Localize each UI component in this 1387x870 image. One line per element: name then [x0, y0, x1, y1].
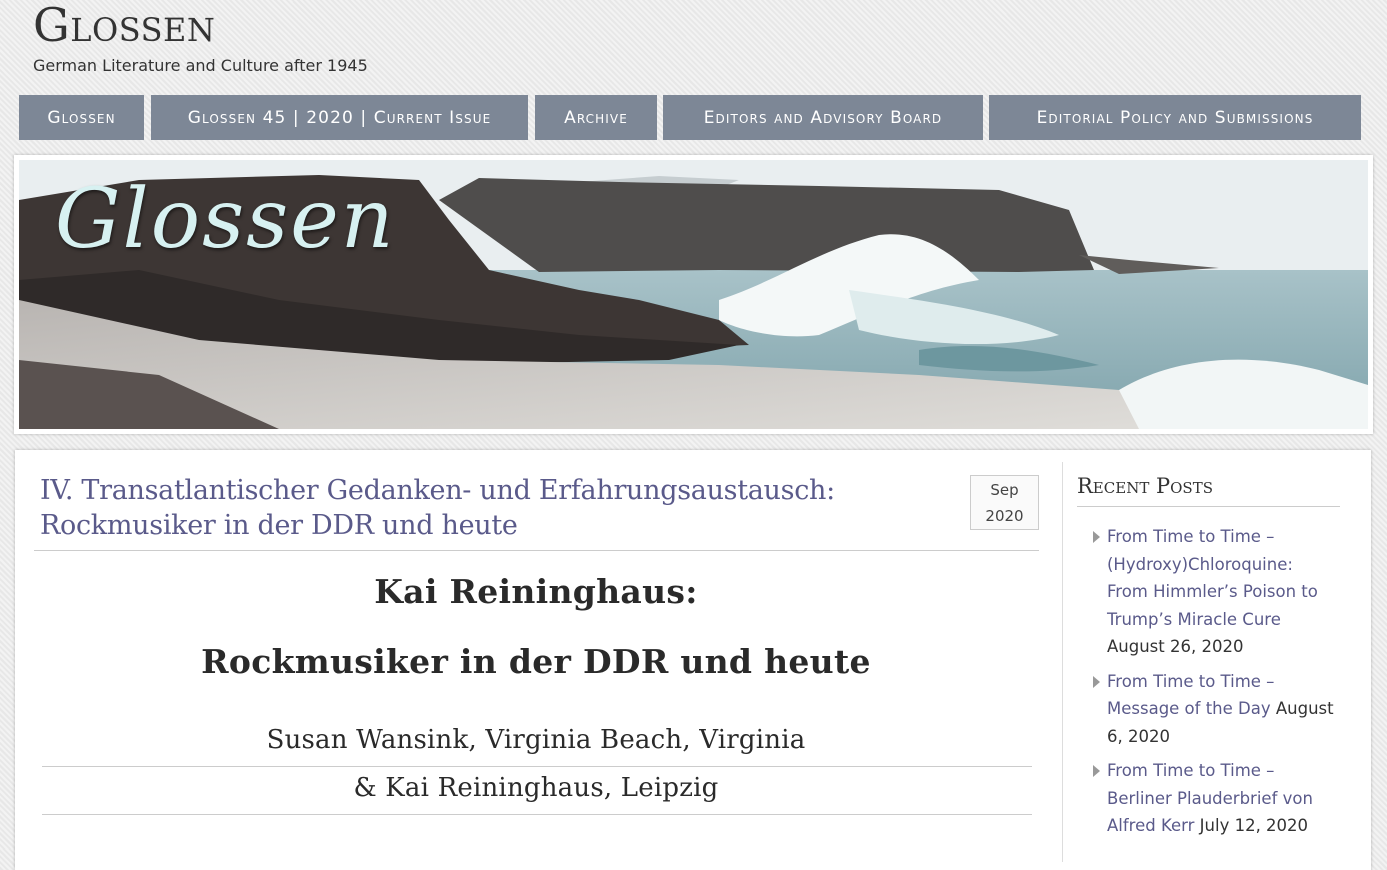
site-title[interactable]: Glossen: [33, 0, 215, 52]
recent-post-item: From Time to Time – Berliner Plauderbrie…: [1092, 757, 1337, 840]
article-authors-line2: & Kai Reininghaus, Leipzig: [353, 773, 719, 803]
bullet-arrow-icon: [1093, 675, 1100, 688]
title-divider: [34, 550, 1039, 551]
recent-posts-divider: [1077, 506, 1340, 507]
recent-post-date: July 12, 2020: [1199, 816, 1309, 835]
recent-post-link[interactable]: From Time to Time – (Hydroxy)Chloroquine…: [1107, 527, 1318, 629]
banner-title: Glossen: [55, 172, 396, 267]
site-description: German Literature and Culture after 1945: [33, 56, 368, 75]
recent-posts-title: Recent Posts: [1077, 474, 1213, 498]
header-banner: Glossen: [14, 155, 1373, 434]
article-heading-author: Kai Reininghaus:: [374, 572, 698, 611]
author-divider: [42, 766, 1032, 767]
post-date-month: Sep: [990, 481, 1019, 499]
post-title[interactable]: IV. Transatlantischer Gedanken- und Erfa…: [40, 473, 940, 543]
article-authors-line1: Susan Wansink, Virginia Beach, Virginia: [266, 725, 806, 755]
banner-image: Glossen: [19, 160, 1368, 429]
post-date-year: 2020: [985, 507, 1024, 525]
nav-item-current-issue[interactable]: Glossen 45 | 2020 | Current Issue: [151, 95, 528, 140]
recent-post-date: August 26, 2020: [1107, 637, 1244, 656]
author-divider-bottom: [42, 814, 1032, 815]
post-title-line2[interactable]: Rockmusiker in der DDR und heute: [40, 510, 518, 541]
bullet-arrow-icon: [1093, 531, 1100, 543]
nav-item-archive[interactable]: Archive: [535, 95, 657, 140]
recent-posts-list: From Time to Time – (Hydroxy)Chloroquine…: [1092, 523, 1337, 847]
recent-post-link[interactable]: From Time to Time – Message of the Day: [1107, 672, 1274, 719]
nav-item-editorial-policy[interactable]: Editorial Policy and Submissions: [989, 95, 1361, 140]
sidebar-divider: [1062, 462, 1063, 862]
article-heading-title: Rockmusiker in der DDR und heute: [201, 642, 871, 681]
recent-post-item: From Time to Time – (Hydroxy)Chloroquine…: [1092, 523, 1337, 661]
recent-post-item: From Time to Time – Message of the Day A…: [1092, 668, 1337, 751]
bullet-arrow-icon: [1093, 765, 1100, 777]
nav-item-glossen[interactable]: Glossen: [19, 95, 144, 140]
post-title-line1[interactable]: IV. Transatlantischer Gedanken- und Erfa…: [40, 475, 835, 506]
post-date-badge: Sep 2020: [970, 475, 1039, 530]
nav-item-editors[interactable]: Editors and Advisory Board: [663, 95, 983, 140]
